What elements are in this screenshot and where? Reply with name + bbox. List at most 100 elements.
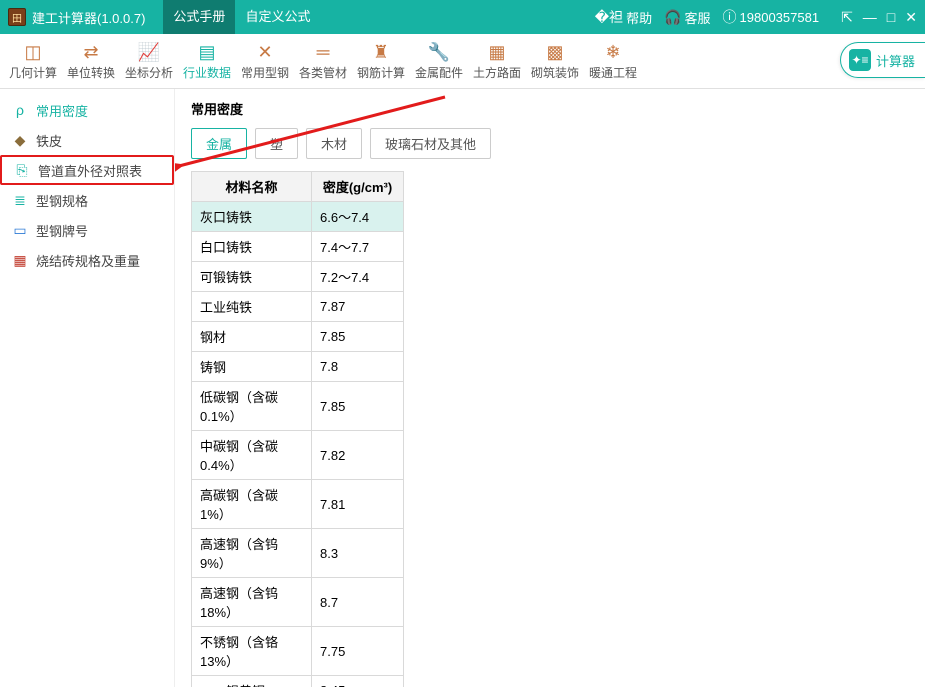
tool-icon: ▤ [198, 42, 215, 62]
main-panel: 常用密度 金属塑木材玻璃石材及其他 材料名称 密度(g/cm³) 灰口铸铁6.6… [175, 89, 925, 687]
sidebar-item-型钢规格[interactable]: ≣ 型钢规格 [0, 185, 174, 215]
sidebar-icon: ρ [12, 102, 28, 118]
sidebar: ρ 常用密度 ◆ 铁皮 ⎘ 管道直外径对照表 ≣ 型钢规格 ▭ 型钢牌号 ▦ 烧结砖规格及重量 [0, 89, 175, 687]
cell-material: 铸钢 [192, 352, 312, 382]
sidebar-icon: ▦ [12, 252, 28, 269]
tool-icon: ▦ [488, 42, 505, 62]
table-row[interactable]: 可锻铸铁7.2～7.4 [192, 262, 404, 292]
titlebar-right: �袒帮助 🎧客服 ⓘ19800357581 ⇱ — □ ✕ [595, 7, 917, 27]
cell-density: 7.81 [312, 480, 404, 529]
cell-material: 白口铸铁 [192, 232, 312, 262]
tab-木材[interactable]: 木材 [306, 128, 362, 159]
cell-density: 8.45 [312, 676, 404, 687]
minimize-icon[interactable]: — [863, 9, 877, 26]
cell-density: 7.4～7.7 [312, 232, 404, 262]
toolbar: ◫几何计算⇄单位转换📈坐标分析▤行业数据✕常用型钢═各类管材♜钢筋计算🔧金属配件… [0, 34, 925, 89]
tab-玻璃石材及其他[interactable]: 玻璃石材及其他 [370, 128, 491, 159]
category-tabs: 金属塑木材玻璃石材及其他 [191, 128, 909, 159]
toolbar-单位转换[interactable]: ⇄单位转换 [62, 36, 120, 86]
cell-material: 高碳钢（含碳1%） [192, 480, 312, 529]
help-link[interactable]: �袒帮助 [595, 7, 652, 27]
table-row[interactable]: 中碳钢（含碳0.4%）7.82 [192, 431, 404, 480]
cell-density: 7.85 [312, 382, 404, 431]
cell-density: 7.8 [312, 352, 404, 382]
toolbar-几何计算[interactable]: ◫几何计算 [4, 36, 62, 86]
toolbar-钢筋计算[interactable]: ♜钢筋计算 [352, 36, 410, 86]
cell-density: 7.85 [312, 322, 404, 352]
table-row[interactable]: 不锈钢（含铬13%）7.75 [192, 627, 404, 676]
sidebar-item-常用密度[interactable]: ρ 常用密度 [0, 95, 174, 125]
titlebar-menu: 公式手册自定义公式 [163, 0, 320, 34]
tool-icon: ⇄ [83, 42, 98, 62]
toolbar-暖通工程[interactable]: ❄暖通工程 [584, 36, 642, 86]
account-link[interactable]: ⓘ19800357581 [723, 7, 820, 27]
sidebar-item-label: 烧结砖规格及重量 [36, 251, 140, 270]
sidebar-item-label: 铁皮 [36, 131, 62, 150]
density-table: 材料名称 密度(g/cm³) 灰口铸铁6.6～7.4白口铸铁7.4～7.7可锻铸… [191, 171, 404, 687]
cell-material: 可锻铸铁 [192, 262, 312, 292]
sidebar-item-管道直外径对照表[interactable]: ⎘ 管道直外径对照表 [0, 155, 174, 185]
tab-金属[interactable]: 金属 [191, 128, 247, 159]
cell-material: 低碳钢（含碳0.1%） [192, 382, 312, 431]
toolbar-常用型钢[interactable]: ✕常用型钢 [236, 36, 294, 86]
sidebar-item-label: 常用密度 [36, 101, 88, 120]
calculator-icon: ✦≡ [849, 49, 871, 71]
toolbar-各类管材[interactable]: ═各类管材 [294, 36, 352, 86]
panel-heading: 常用密度 [191, 99, 909, 118]
table-row[interactable]: 低碳钢（含碳0.1%）7.85 [192, 382, 404, 431]
sidebar-item-铁皮[interactable]: ◆ 铁皮 [0, 125, 174, 155]
sidebar-item-label: 管道直外径对照表 [38, 161, 142, 180]
app-title: 建工计算器(1.0.0.7) [32, 8, 145, 27]
sidebar-icon: ≣ [12, 192, 28, 209]
table-row[interactable]: 高速钢（含钨9%）8.3 [192, 529, 404, 578]
table-row[interactable]: 高碳钢（含碳1%）7.81 [192, 480, 404, 529]
cell-material: 高速钢（含钨9%） [192, 529, 312, 578]
cell-density: 7.2～7.4 [312, 262, 404, 292]
table-row[interactable]: 钢材7.85 [192, 322, 404, 352]
toolbar-砌筑装饰[interactable]: ▩砌筑装饰 [526, 36, 584, 86]
titlebar-menu-item[interactable]: 公式手册 [163, 0, 235, 34]
calculator-button[interactable]: ✦≡ 计算器 [840, 42, 925, 78]
sidebar-item-烧结砖规格及重量[interactable]: ▦ 烧结砖规格及重量 [0, 245, 174, 275]
table-row[interactable]: 62-1锡黄铜8.45 [192, 676, 404, 687]
table-row[interactable]: 铸钢7.8 [192, 352, 404, 382]
table-row[interactable]: 白口铸铁7.4～7.7 [192, 232, 404, 262]
cell-density: 7.82 [312, 431, 404, 480]
table-row[interactable]: 工业纯铁7.87 [192, 292, 404, 322]
help-icon: �袒 [595, 7, 623, 27]
table-row[interactable]: 高速钢（含钨18%）8.7 [192, 578, 404, 627]
sidebar-item-label: 型钢规格 [36, 191, 88, 210]
tool-icon: ◫ [24, 42, 41, 62]
app-icon: 田 [8, 8, 26, 26]
tool-icon: ✕ [257, 42, 272, 62]
toolbar-行业数据[interactable]: ▤行业数据 [178, 36, 236, 86]
sidebar-icon: ◆ [12, 132, 28, 149]
col-density: 密度(g/cm³) [312, 172, 404, 202]
tab-塑[interactable]: 塑 [255, 128, 298, 159]
col-material: 材料名称 [192, 172, 312, 202]
service-link[interactable]: 🎧客服 [664, 8, 710, 27]
tool-icon: 📈 [138, 42, 160, 62]
toolbar-坐标分析[interactable]: 📈坐标分析 [120, 36, 178, 86]
tool-icon: 🔧 [428, 42, 450, 62]
sidebar-item-型钢牌号[interactable]: ▭ 型钢牌号 [0, 215, 174, 245]
tool-icon: ═ [317, 42, 330, 62]
user-icon: ⓘ [723, 7, 737, 27]
pin-icon[interactable]: ⇱ [841, 9, 853, 26]
cell-material: 不锈钢（含铬13%） [192, 627, 312, 676]
table-row[interactable]: 灰口铸铁6.6～7.4 [192, 202, 404, 232]
tool-icon: ♜ [373, 42, 389, 62]
close-icon[interactable]: ✕ [905, 9, 917, 26]
toolbar-土方路面[interactable]: ▦土方路面 [468, 36, 526, 86]
cell-material: 工业纯铁 [192, 292, 312, 322]
titlebar-menu-item[interactable]: 自定义公式 [235, 0, 320, 34]
sidebar-icon: ⎘ [14, 162, 30, 179]
cell-material: 灰口铸铁 [192, 202, 312, 232]
sidebar-icon: ▭ [12, 222, 28, 239]
cell-material: 中碳钢（含碳0.4%） [192, 431, 312, 480]
cell-density: 6.6～7.4 [312, 202, 404, 232]
cell-material: 钢材 [192, 322, 312, 352]
toolbar-金属配件[interactable]: 🔧金属配件 [410, 36, 468, 86]
maximize-icon[interactable]: □ [887, 9, 895, 26]
sidebar-item-label: 型钢牌号 [36, 221, 88, 240]
